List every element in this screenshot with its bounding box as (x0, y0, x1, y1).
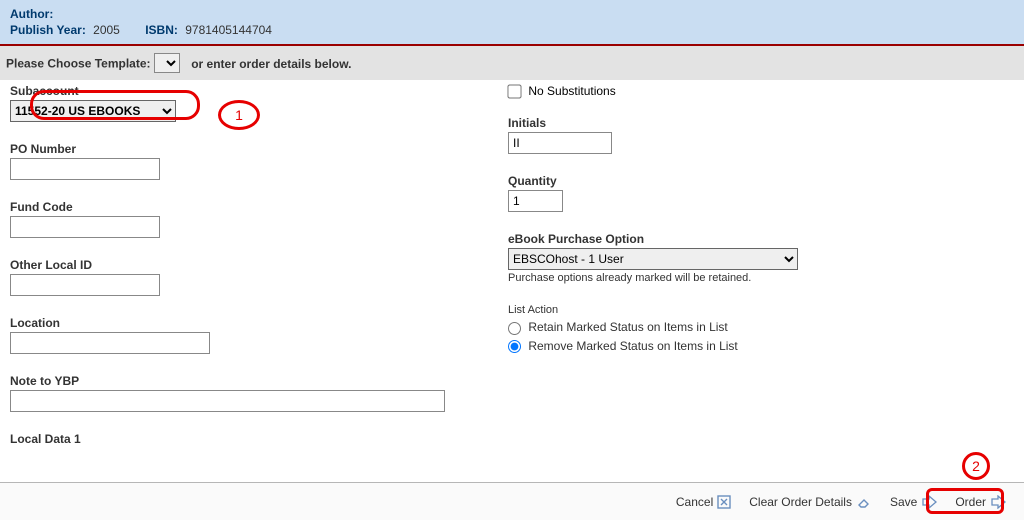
retain-label: Retain Marked Status on Items in List (528, 320, 727, 334)
eraser-icon (856, 495, 872, 509)
field-nosub: No Substitutions (508, 84, 1014, 98)
ebook-label: eBook Purchase Option (508, 232, 1014, 246)
list-action: List Action Retain Marked Status on Item… (508, 304, 1014, 353)
author-label: Author: (10, 7, 53, 21)
qty-label: Quantity (508, 174, 1014, 188)
po-label: PO Number (10, 142, 460, 156)
info-bar: Author: Publish Year: 2005 ISBN: 9781405… (0, 0, 1024, 46)
year-label: Publish Year: (10, 23, 86, 37)
retain-radio[interactable] (508, 322, 521, 335)
other-id-input[interactable] (10, 274, 160, 296)
year-value: 2005 (93, 23, 120, 37)
arrow-right-icon (921, 495, 937, 509)
template-prompt: Please Choose Template: (6, 57, 151, 71)
note-input[interactable] (10, 390, 445, 412)
field-po: PO Number (10, 142, 460, 180)
field-note: Note to YBP (10, 374, 460, 412)
list-action-label: List Action (508, 304, 1014, 316)
ebook-select[interactable]: EBSCOhost - 1 User (508, 248, 798, 270)
clear-button[interactable]: Clear Order Details (749, 495, 872, 509)
template-or-text: or enter order details below. (191, 57, 351, 71)
isbn-value: 9781405144704 (185, 23, 272, 37)
field-location: Location (10, 316, 460, 354)
field-other-id: Other Local ID (10, 258, 460, 296)
field-subaccount: Subaccount 11552-20 US EBOOKS (10, 84, 460, 122)
isbn-label: ISBN: (145, 23, 178, 37)
nosub-checkbox[interactable] (507, 85, 521, 99)
save-button[interactable]: Save (890, 495, 937, 509)
fund-input[interactable] (10, 216, 160, 238)
initials-input[interactable] (508, 132, 612, 154)
field-qty: Quantity (508, 174, 1014, 212)
remove-label: Remove Marked Status on Items in List (528, 339, 737, 353)
arrow-right-icon (990, 495, 1006, 509)
po-input[interactable] (10, 158, 160, 180)
other-id-label: Other Local ID (10, 258, 460, 272)
subaccount-label: Subaccount (10, 84, 460, 98)
template-select[interactable] (154, 53, 180, 73)
note-label: Note to YBP (10, 374, 460, 388)
order-button[interactable]: Order (955, 495, 1006, 509)
local1-label: Local Data 1 (10, 432, 460, 446)
initials-label: Initials (508, 116, 1014, 130)
cancel-button[interactable]: Cancel (676, 495, 731, 509)
fund-label: Fund Code (10, 200, 460, 214)
form-scroll[interactable]: Subaccount 11552-20 US EBOOKS PO Number … (0, 74, 1024, 482)
location-label: Location (10, 316, 460, 330)
remove-radio[interactable] (508, 340, 521, 353)
location-input[interactable] (10, 332, 210, 354)
subaccount-select[interactable]: 11552-20 US EBOOKS (10, 100, 176, 122)
nosub-label: No Substitutions (528, 84, 615, 98)
ebook-hint: Purchase options already marked will be … (508, 272, 1014, 284)
qty-input[interactable] (508, 190, 563, 212)
field-local1: Local Data 1 (10, 432, 460, 446)
right-column: No Substitutions Initials Quantity eBook… (460, 84, 1014, 448)
close-icon (717, 495, 731, 509)
left-column: Subaccount 11552-20 US EBOOKS PO Number … (10, 84, 460, 448)
footer: Cancel Clear Order Details Save Order (0, 482, 1024, 520)
field-ebook: eBook Purchase Option EBSCOhost - 1 User… (508, 232, 1014, 284)
field-initials: Initials (508, 116, 1014, 154)
field-fund: Fund Code (10, 200, 460, 238)
